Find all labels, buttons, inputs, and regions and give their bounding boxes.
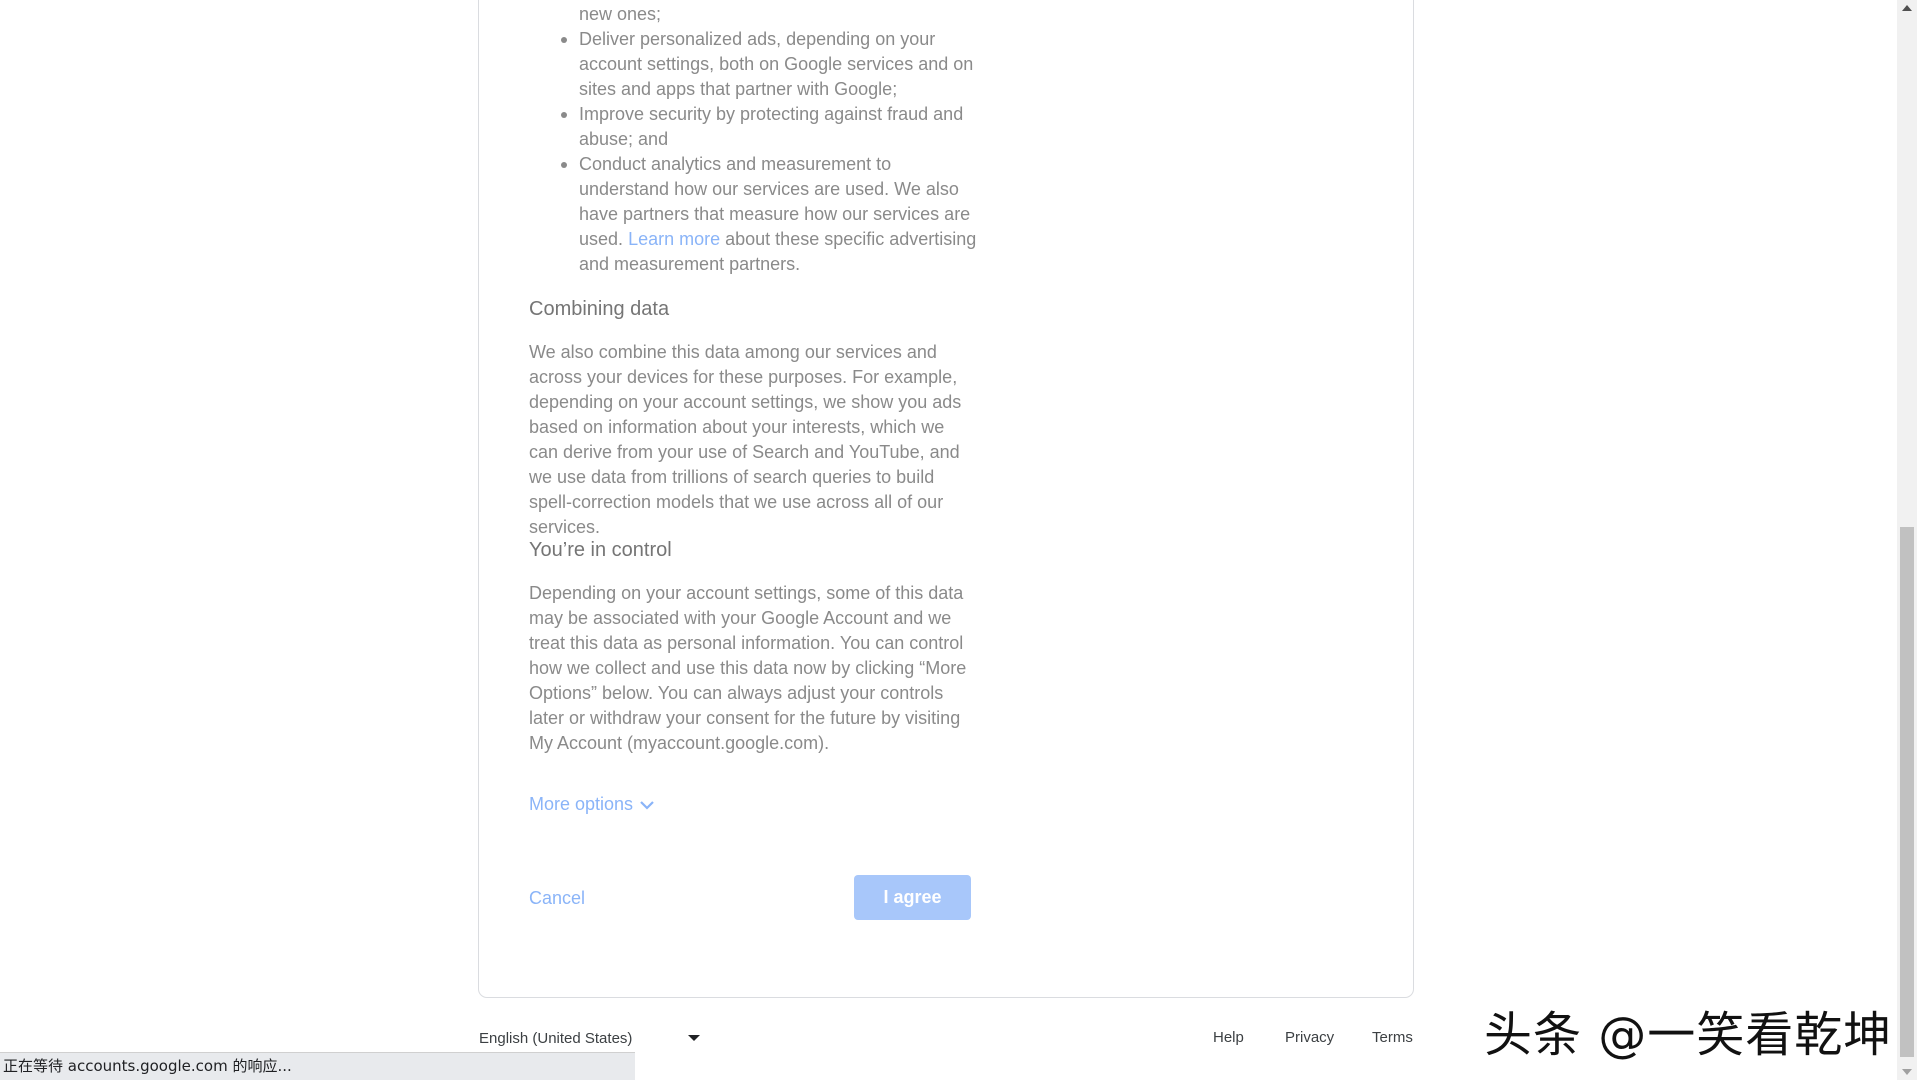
list-item: Deliver personalized ads, depending on y… (561, 27, 979, 102)
scrollbar[interactable] (1897, 0, 1917, 1080)
cancel-button[interactable]: Cancel (529, 888, 585, 909)
more-options-label: More options (529, 794, 634, 814)
chevron-down-icon (640, 800, 654, 810)
in-control-text: Depending on your account settings, some… (529, 583, 967, 753)
language-select[interactable]: English (United States) (479, 1028, 701, 1048)
scroll-down-arrow-icon[interactable] (1902, 1069, 1912, 1075)
bullet-icon (561, 37, 567, 43)
scrollbar-thumb[interactable] (1900, 527, 1914, 1057)
dropdown-arrow-icon (688, 1035, 700, 1041)
watermark: 头条 @一笑看乾坤 (1484, 1007, 1893, 1063)
list-item: Conduct analytics and measurement to und… (561, 152, 979, 277)
learn-more-link[interactable]: Learn more (628, 229, 720, 249)
list-item-text: new ones; (579, 4, 662, 24)
bullet-icon (561, 112, 567, 118)
list-item-text: Improve security by protecting against f… (579, 104, 964, 149)
more-options-button[interactable]: More options (529, 794, 655, 815)
bullet-icon (561, 162, 567, 168)
list-item: new ones; (579, 2, 979, 27)
combining-data-heading: Combining data (529, 298, 670, 320)
list-item-text: Deliver personalized ads, depending on y… (579, 29, 974, 99)
footer-terms-link[interactable]: Terms (1372, 1029, 1413, 1046)
scroll-up-arrow-icon[interactable] (1902, 5, 1912, 11)
footer-help-link[interactable]: Help (1213, 1029, 1244, 1046)
agree-button[interactable]: I agree (854, 875, 971, 920)
footer-privacy-link[interactable]: Privacy (1285, 1029, 1334, 1046)
browser-status-bar: 正在等待 accounts.google.com 的响应... (0, 1052, 635, 1080)
in-control-heading: You’re in control (529, 539, 672, 561)
language-select-value: English (United States) (479, 1029, 633, 1047)
combining-data-text: We also combine this data among our serv… (529, 342, 962, 537)
list-item: Improve security by protecting against f… (561, 102, 979, 152)
